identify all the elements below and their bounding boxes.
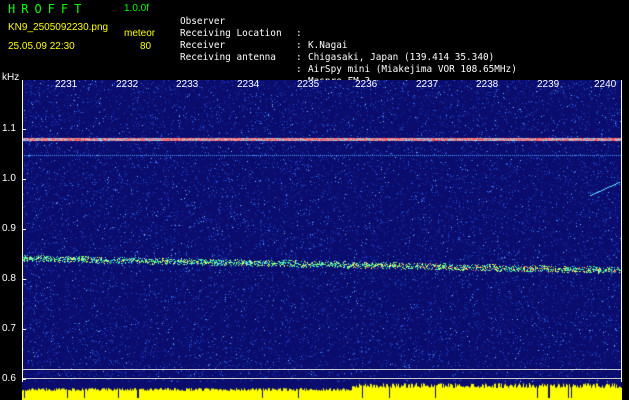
plot-border-right <box>621 80 622 400</box>
hrofft-screen: HROFFT 1.0.0f KN9_2505092230.png meteor … <box>0 0 629 400</box>
info-colon: : <box>296 52 302 63</box>
info-row-observer: Observer : K.Nagai <box>180 4 348 51</box>
time-tick-label: 2239 <box>537 79 560 90</box>
freq-tick-label: 1.0 <box>2 173 16 184</box>
info-value: AirSpy mini (Miakejima VOR 108.65MHz) <box>308 64 517 75</box>
image-filename: KN9_2505092230.png <box>8 22 109 33</box>
signal-level-canvas <box>22 382 622 400</box>
freq-tick-label: 0.9 <box>2 223 16 234</box>
app-version: 1.0.0f <box>124 3 150 14</box>
time-tick-label: 2233 <box>176 79 199 90</box>
guide-line <box>22 378 622 379</box>
observation-info: Observer : K.Nagai Receiving Location : … <box>180 4 517 87</box>
time-tick-label: 2240 <box>594 79 617 90</box>
app-title: HROFFT <box>8 2 88 16</box>
time-tick-label: 2234 <box>237 79 260 90</box>
info-colon: : <box>296 64 302 75</box>
info-colon: : <box>296 40 302 51</box>
plot-border-left <box>22 80 23 400</box>
time-tick-label: 2232 <box>116 79 139 90</box>
time-tick-label: 2231 <box>55 79 78 90</box>
info-colon: : <box>296 28 302 39</box>
freq-tick-label: 1.1 <box>2 123 16 134</box>
frequency-unit-label: kHz <box>2 72 20 83</box>
mode-label: meteor <box>124 28 156 39</box>
spectrogram-plot <box>22 80 622 382</box>
info-row-antenna: Receiving antenna : Maspro FM-3 <box>180 40 370 87</box>
freq-tick-label: 0.7 <box>2 323 16 334</box>
info-row-receiver: Receiver : AirSpy mini (Miakejima VOR 10… <box>180 28 517 75</box>
info-label: Receiving antenna <box>180 52 276 63</box>
time-tick-label: 2236 <box>355 79 378 90</box>
spectrogram-canvas <box>22 80 622 382</box>
timestamp: 25.05.09 22:30 <box>8 41 75 52</box>
time-tick-label: 2235 <box>297 79 320 90</box>
mode-value: 80 <box>140 41 152 52</box>
signal-level-bar <box>22 382 622 400</box>
freq-tick-label: 0.8 <box>2 273 16 284</box>
guide-line <box>22 369 622 370</box>
time-tick-label: 2237 <box>416 79 439 90</box>
time-tick-label: 2238 <box>476 79 499 90</box>
info-row-location: Receiving Location : Chigasaki, Japan (1… <box>180 16 494 63</box>
info-value: Chigasaki, Japan (139.414 35.340) <box>308 52 495 63</box>
freq-tick-label: 0.6 <box>2 373 16 384</box>
info-value: K.Nagai <box>308 40 348 51</box>
